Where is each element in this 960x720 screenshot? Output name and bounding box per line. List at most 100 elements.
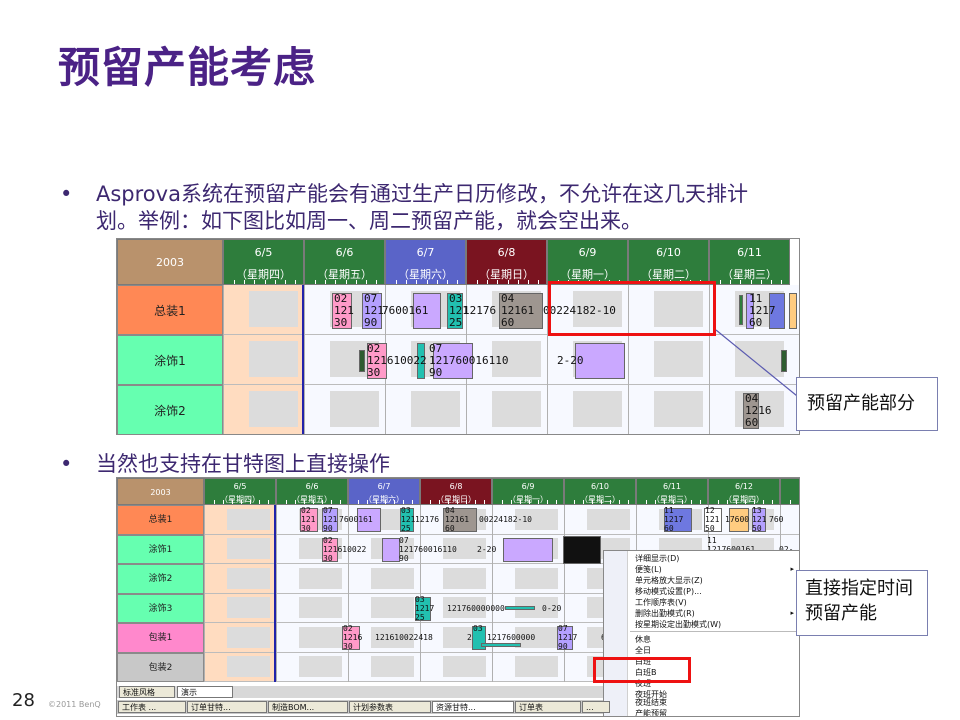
callout-reserved-capacity: 预留产能部分 bbox=[796, 377, 938, 431]
window-tab[interactable]: 工作表 ... bbox=[118, 701, 186, 713]
operation-text: 121 bbox=[401, 515, 416, 524]
window-tab[interactable]: 制造BOM... bbox=[268, 701, 348, 713]
context-menu-item[interactable]: 工作顺序表(V) bbox=[604, 597, 799, 608]
operation-text: 60 bbox=[445, 524, 455, 533]
operation-text: 12 bbox=[705, 506, 715, 515]
style-tab[interactable]: 演示 bbox=[177, 686, 233, 698]
operation-text: 1216 bbox=[343, 633, 363, 642]
context-menu-item[interactable]: 全日 bbox=[604, 645, 799, 656]
context-menu-item[interactable]: 便笺(L) ▸ bbox=[604, 564, 799, 575]
header-tick bbox=[745, 500, 746, 504]
header-tick bbox=[304, 500, 305, 504]
context-menu[interactable]: 详细显示(D) 便笺(L) ▸ 单元格放大显示(Z) 移动模式设置(P)... 工作顺序表… bbox=[603, 550, 799, 716]
context-menu-item[interactable]: 详细显示(D) bbox=[604, 553, 799, 564]
resource-label: 涂饰3 bbox=[117, 593, 204, 623]
date-label: 6/7 bbox=[377, 482, 391, 491]
header-tick bbox=[772, 500, 773, 504]
context-menu-item[interactable]: 单元格放大显示(Z) bbox=[604, 575, 799, 586]
header-tick bbox=[223, 500, 224, 504]
context-menu-item[interactable]: 删除出勤模式(R) ▸ bbox=[604, 608, 799, 619]
resource-label: 包装2 bbox=[117, 652, 204, 682]
grey-block bbox=[227, 567, 271, 589]
grey-block bbox=[371, 597, 415, 619]
header-tick bbox=[295, 500, 296, 504]
operation-text: 1217 bbox=[415, 603, 435, 613]
style-tab[interactable]: 标准风格 bbox=[119, 686, 175, 698]
header-tick bbox=[628, 500, 629, 504]
operation-text: 03 bbox=[415, 594, 425, 604]
context-menu-item[interactable]: 按星期设定出勤模式(W) bbox=[604, 619, 799, 630]
operation-text: 2 bbox=[467, 633, 472, 642]
operation-text: 90 bbox=[558, 642, 568, 651]
callout-text: 预留产能部分 bbox=[807, 393, 915, 414]
operation-text: 1217600000 bbox=[487, 633, 536, 642]
grey-block bbox=[227, 538, 271, 560]
grey-block bbox=[371, 567, 415, 589]
grid-line bbox=[492, 505, 493, 682]
operation-bar bbox=[563, 535, 601, 564]
header-tick bbox=[430, 500, 431, 504]
header-tick bbox=[727, 500, 728, 504]
header-tick bbox=[655, 500, 656, 504]
header-tick bbox=[682, 500, 683, 504]
operation-bar bbox=[382, 537, 400, 562]
header-tick bbox=[394, 500, 395, 504]
header-tick bbox=[556, 500, 557, 504]
operation-bar bbox=[481, 643, 521, 647]
context-menu-item-covered[interactable]: 夜班开始 bbox=[604, 689, 799, 700]
header-tick bbox=[286, 500, 287, 504]
date-header: 6/（星 bbox=[780, 478, 799, 505]
grey-block bbox=[227, 597, 271, 619]
grey-block bbox=[515, 656, 559, 678]
header-tick bbox=[232, 500, 233, 504]
context-menu-item[interactable]: 移动模式设置(P)... bbox=[604, 586, 799, 597]
operation-bar bbox=[505, 605, 535, 610]
header-tick bbox=[610, 500, 611, 504]
window-tab[interactable]: ... bbox=[582, 701, 610, 713]
operation-text: 11 bbox=[664, 506, 674, 515]
header-tick bbox=[547, 500, 548, 504]
bullet-2: • 当然也支持在甘特图上直接操作 bbox=[60, 450, 660, 480]
grid-line bbox=[276, 505, 277, 682]
gantt-chart-screenshot-2: 2003 6/5 （星期四） 6/6 （星期五） 6/7 （星期六） 6/8 （星期日） 6/9 （… bbox=[116, 477, 800, 717]
grey-block bbox=[299, 567, 343, 589]
window-tab[interactable]: 订单表 bbox=[515, 701, 581, 713]
weekday-label: （星期五） bbox=[292, 494, 332, 504]
header-tick bbox=[268, 500, 269, 504]
header-tick bbox=[340, 500, 341, 504]
date-label: 6/5 bbox=[233, 482, 247, 491]
header-tick bbox=[583, 500, 584, 504]
operation-text: 7600161 bbox=[339, 515, 373, 524]
operation-text: 50 bbox=[752, 524, 762, 533]
grey-block bbox=[227, 508, 271, 530]
date-header: 6/8 （星期日） bbox=[420, 478, 492, 505]
date-label: 6/9 bbox=[521, 482, 535, 491]
header-tick bbox=[448, 500, 449, 504]
date-label: 6/8 bbox=[449, 482, 463, 491]
window-tab[interactable]: 计划参数表 bbox=[349, 701, 431, 713]
operation-text: 02 bbox=[323, 535, 333, 545]
header-tick bbox=[511, 500, 512, 504]
header-tick bbox=[367, 500, 368, 504]
date-label: 6/6 bbox=[305, 482, 319, 491]
callout-direct-reserve: 直接指定时间 预留产能 bbox=[796, 570, 928, 636]
grey-block bbox=[515, 567, 559, 589]
grey-block bbox=[587, 508, 631, 530]
grey-block bbox=[371, 656, 415, 678]
operation-text: 13 bbox=[752, 506, 762, 515]
operation-text: 90 bbox=[399, 553, 409, 563]
header-tick bbox=[718, 500, 719, 504]
window-tab[interactable]: 订单甘特... bbox=[187, 701, 267, 713]
bullet-text-line-1: 当然也支持在甘特图上直接操作 bbox=[96, 452, 390, 476]
today-line bbox=[274, 505, 276, 682]
weekday-label: （星期一） bbox=[508, 494, 548, 504]
operation-text: 121610022418 bbox=[375, 633, 433, 642]
context-menu-item[interactable]: 产能预留 bbox=[604, 708, 799, 716]
weekday-label: （星期六） bbox=[364, 494, 404, 504]
context-menu-item[interactable]: 休息 bbox=[604, 634, 799, 645]
header-tick bbox=[457, 500, 458, 504]
window-tab[interactable]: 资源甘特... bbox=[432, 701, 514, 713]
operation-text: 30 bbox=[343, 642, 353, 651]
grey-block bbox=[299, 656, 343, 678]
header-tick bbox=[691, 500, 692, 504]
